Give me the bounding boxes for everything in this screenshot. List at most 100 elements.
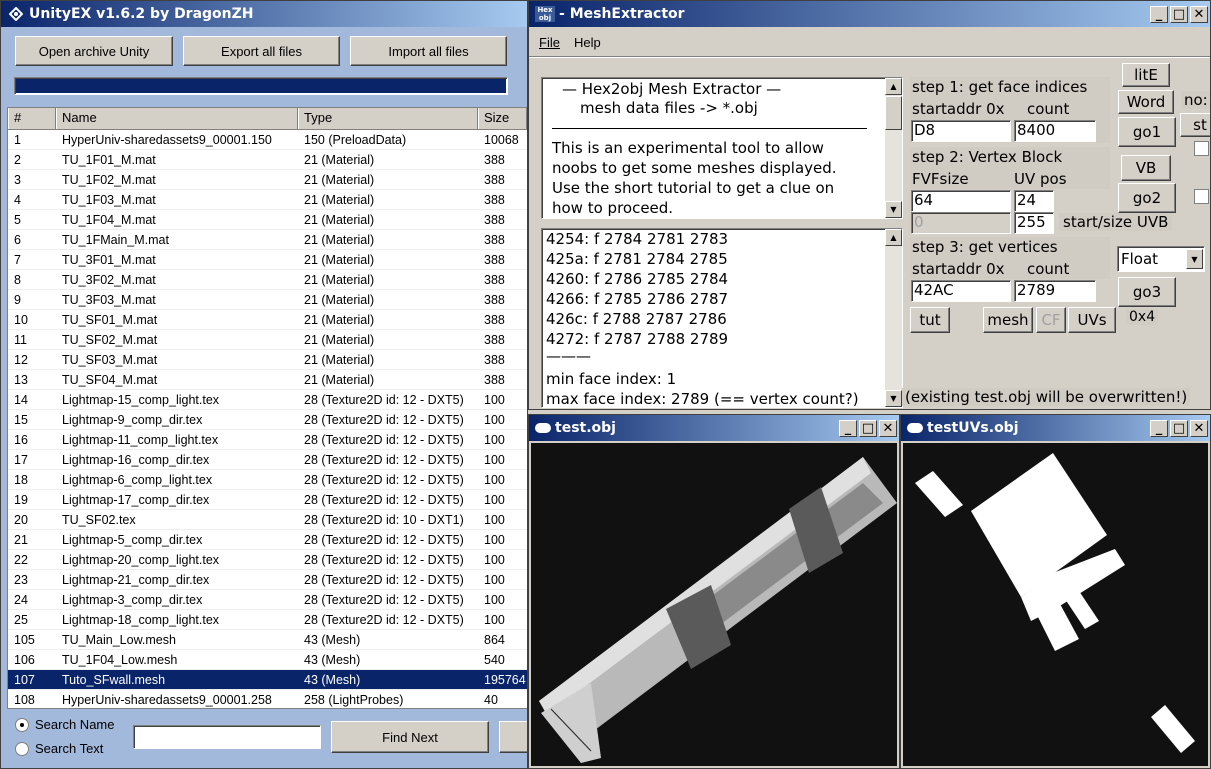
mesh-button[interactable]: mesh — [983, 307, 1033, 333]
find-next-button[interactable]: Find Next — [331, 721, 489, 753]
meshextractor-titlebar[interactable]: Hex obj - MeshExtractor _ □ ✕ — [529, 1, 1210, 27]
table-row[interactable]: 17 Lightmap-16_comp_dir.tex 28 (Texture2D … — [8, 450, 527, 470]
table-row[interactable]: 8 TU_3F02_M.mat 21 (Material) 388 — [8, 270, 527, 290]
progress-fill — [16, 79, 506, 93]
step1-count-input[interactable]: 8400 — [1014, 120, 1096, 142]
log-textbox[interactable]: 4254: f 2784 2781 2783 425a: f 2781 2784… — [541, 228, 903, 408]
cell-size: 388 — [484, 152, 505, 167]
table-row[interactable]: 25 Lightmap-18_comp_light.tex 28 (Texture2… — [8, 610, 527, 630]
export-all-button[interactable]: Export all files — [183, 36, 340, 66]
go1-button[interactable]: go1 — [1118, 117, 1176, 147]
info-divider — [552, 128, 867, 129]
partial-button[interactable] — [499, 721, 527, 753]
menu-help[interactable]: Help — [574, 35, 601, 50]
table-row[interactable]: 21 Lightmap-5_comp_dir.tex 28 (Texture2D i… — [8, 530, 527, 550]
table-row[interactable]: 12 TU_SF03_M.mat 21 (Material) 388 — [8, 350, 527, 370]
chevron-down-icon[interactable]: ▼ — [1186, 249, 1203, 269]
fvf-input[interactable]: 64 — [911, 190, 1011, 212]
table-row[interactable]: 6 TU_1FMain_M.mat 21 (Material) 388 — [8, 230, 527, 250]
uvs-button[interactable]: UVs — [1068, 307, 1116, 333]
go2-button[interactable]: go2 — [1118, 183, 1176, 213]
cell-size: 388 — [484, 172, 505, 187]
table-row[interactable]: 4 TU_1F03_M.mat 21 (Material) 388 — [8, 190, 527, 210]
uv-viewport[interactable] — [903, 443, 1208, 766]
go3-button[interactable]: go3 — [1118, 277, 1176, 307]
table-row[interactable]: 3 TU_1F02_M.mat 21 (Material) 388 — [8, 170, 527, 190]
test-uvs-titlebar[interactable]: testUVs.obj _ □ ✕ — [901, 415, 1210, 441]
cf-button[interactable]: CF — [1036, 307, 1066, 333]
info-scrollbar[interactable]: ▲ ▼ — [885, 78, 902, 218]
checkbox[interactable] — [1194, 189, 1209, 204]
lite-button[interactable]: litE — [1122, 63, 1170, 87]
column-header-size[interactable]: Size — [478, 108, 527, 129]
maximize-icon[interactable]: □ — [1170, 5, 1188, 23]
table-row[interactable]: 14 Lightmap-15_comp_light.tex 28 (Texture2… — [8, 390, 527, 410]
open-archive-button[interactable]: Open archive Unity — [15, 36, 173, 66]
partial-button-st[interactable]: st — [1180, 113, 1210, 137]
close-icon[interactable]: ✕ — [1190, 419, 1208, 437]
word-button[interactable]: Word — [1118, 90, 1174, 114]
table-row[interactable]: 107 Tuto_SFwall.mesh 43 (Mesh) 195764 — [8, 670, 527, 690]
close-icon[interactable]: ✕ — [1190, 5, 1208, 23]
table-row[interactable]: 7 TU_3F01_M.mat 21 (Material) 388 — [8, 250, 527, 270]
table-row[interactable]: 20 TU_SF02.tex 28 (Texture2D id: 10 - DXT1… — [8, 510, 527, 530]
table-row[interactable]: 1 HyperUniv-sharedassets9_00001.150 150 (P… — [8, 130, 527, 150]
table-row[interactable]: 2 TU_1F01_M.mat 21 (Material) 388 — [8, 150, 527, 170]
search-input[interactable] — [133, 725, 321, 749]
table-row[interactable]: 108 HyperUniv-sharedassets9_00001.258 258 … — [8, 690, 527, 708]
step3-count-input[interactable]: 2789 — [1014, 280, 1096, 302]
maximize-icon[interactable]: □ — [859, 419, 877, 437]
vb-button[interactable]: VB — [1121, 155, 1171, 181]
mesh-viewport[interactable] — [531, 443, 897, 766]
log-scrollbar[interactable]: ▲ ▼ — [885, 229, 902, 407]
column-header-type[interactable]: Type — [298, 108, 478, 129]
table-row[interactable]: 13 TU_SF04_M.mat 21 (Material) 388 — [8, 370, 527, 390]
scroll-up-icon[interactable]: ▲ — [885, 229, 902, 246]
cell-type: 43 (Mesh) — [304, 632, 361, 647]
float-select[interactable]: Float ▼ — [1117, 246, 1205, 272]
unityex-titlebar[interactable]: UnityEX v1.6.2 by DragonZH — [1, 1, 527, 27]
column-header-number[interactable]: # — [8, 108, 56, 129]
table-row[interactable]: 22 Lightmap-20_comp_light.tex 28 (Texture2… — [8, 550, 527, 570]
table-row[interactable]: 24 Lightmap-3_comp_dir.tex 28 (Texture2D i… — [8, 590, 527, 610]
table-row[interactable]: 10 TU_SF01_M.mat 21 (Material) 388 — [8, 310, 527, 330]
table-row[interactable]: 106 TU_1F04_Low.mesh 43 (Mesh) 540 — [8, 650, 527, 670]
cell-number: 24 — [14, 592, 28, 607]
menu-file[interactable]: File — [539, 35, 560, 50]
uvb-size-input[interactable]: 255 — [1014, 212, 1054, 234]
table-row[interactable]: 105 TU_Main_Low.mesh 43 (Mesh) 864 — [8, 630, 527, 650]
cell-type: 21 (Material) — [304, 312, 375, 327]
search-name-radio[interactable]: Search Name — [15, 717, 114, 732]
column-header-name[interactable]: Name — [56, 108, 298, 129]
tut-button[interactable]: tut — [910, 307, 950, 333]
scroll-up-icon[interactable]: ▲ — [885, 78, 902, 95]
minimize-icon[interactable]: _ — [1150, 5, 1168, 23]
table-row[interactable]: 11 TU_SF02_M.mat 21 (Material) 388 — [8, 330, 527, 350]
table-row[interactable]: 19 Lightmap-17_comp_dir.tex 28 (Texture2D … — [8, 490, 527, 510]
cell-name: TU_3F01_M.mat — [62, 252, 156, 267]
uvpos-input[interactable]: 24 — [1014, 190, 1054, 212]
search-text-radio[interactable]: Search Text — [15, 741, 103, 756]
table-row[interactable]: 18 Lightmap-6_comp_light.tex 28 (Texture2D… — [8, 470, 527, 490]
minimize-icon[interactable]: _ — [1150, 419, 1168, 437]
import-all-button[interactable]: Import all files — [350, 36, 507, 66]
info-textbox[interactable]: — Hex2obj Mesh Extractor — mesh data fil… — [541, 77, 903, 219]
table-row[interactable]: 23 Lightmap-21_comp_dir.tex 28 (Texture2D … — [8, 570, 527, 590]
table-row[interactable]: 16 Lightmap-11_comp_light.tex 28 (Texture2… — [8, 430, 527, 450]
test-obj-titlebar[interactable]: test.obj _ □ ✕ — [529, 415, 899, 441]
scroll-down-icon[interactable]: ▼ — [885, 201, 902, 218]
file-table[interactable]: # Name Type Size 1 HyperUniv-sharedassets… — [7, 107, 527, 709]
scroll-thumb[interactable] — [885, 96, 902, 130]
uvb-start-input[interactable]: 0 — [911, 212, 1011, 234]
cell-size: 100 — [484, 612, 505, 627]
close-icon[interactable]: ✕ — [879, 419, 897, 437]
step3-startaddr-input[interactable]: 42AC — [911, 280, 1011, 302]
maximize-icon[interactable]: □ — [1170, 419, 1188, 437]
minimize-icon[interactable]: _ — [839, 419, 857, 437]
scroll-down-icon[interactable]: ▼ — [885, 390, 902, 407]
table-row[interactable]: 9 TU_3F03_M.mat 21 (Material) 388 — [8, 290, 527, 310]
table-row[interactable]: 5 TU_1F04_M.mat 21 (Material) 388 — [8, 210, 527, 230]
table-row[interactable]: 15 Lightmap-9_comp_dir.tex 28 (Texture2D i… — [8, 410, 527, 430]
checkbox[interactable] — [1194, 141, 1209, 156]
step1-startaddr-input[interactable]: D8 — [911, 120, 1011, 142]
